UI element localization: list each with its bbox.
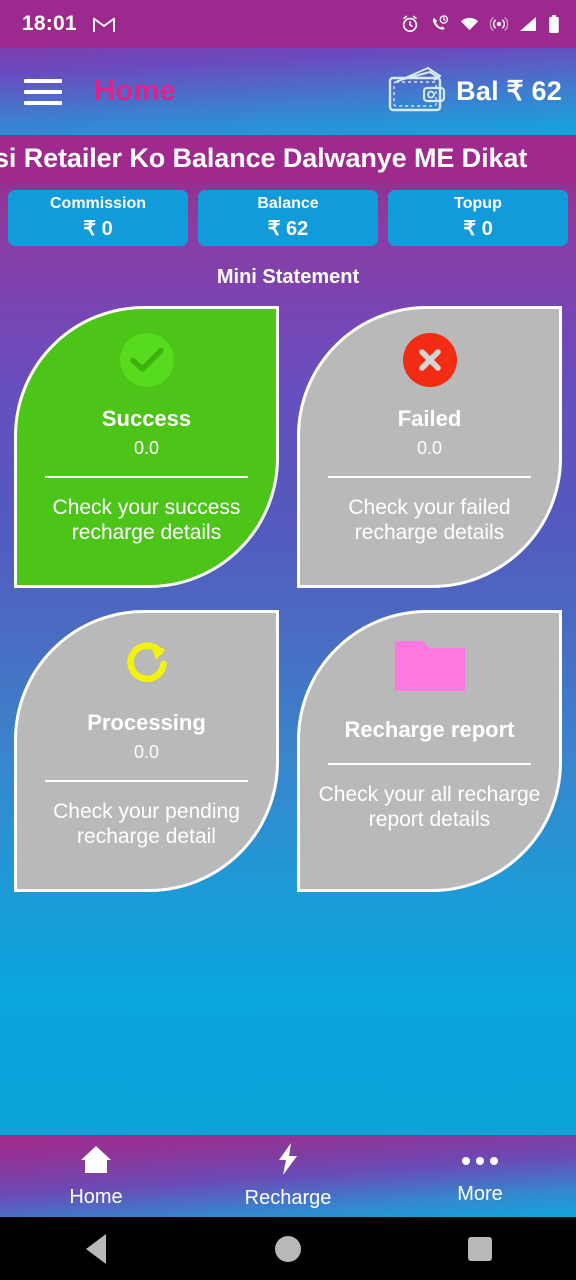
- mini-statement-grid: Success 0.0 Check your success recharge …: [0, 289, 576, 892]
- error-circle-icon: [402, 329, 457, 391]
- alarm-icon: [401, 15, 419, 33]
- nav-item-home[interactable]: Home: [0, 1135, 192, 1217]
- stats-row: Commission ₹ 0 Balance ₹ 62 Topup ₹ 0: [0, 182, 576, 246]
- card-title: Success: [101, 406, 192, 431]
- back-triangle-icon[interactable]: [0, 1233, 192, 1264]
- home-circle-icon[interactable]: [192, 1235, 384, 1262]
- card-value: 0.0: [133, 742, 160, 762]
- card-failed[interactable]: Failed 0.0 Check your failed recharge de…: [297, 306, 562, 588]
- card-description: Check your all recharge report details: [318, 783, 541, 831]
- battery-icon: [548, 14, 560, 34]
- stat-card-topup[interactable]: Topup ₹ 0: [388, 190, 568, 246]
- page-title: Home: [94, 75, 176, 107]
- status-bar-icons: [401, 14, 560, 34]
- app-header: Home Bal ₹ 62: [0, 48, 576, 135]
- more-dots-icon: [462, 1146, 498, 1176]
- call-clock-icon: [430, 15, 449, 33]
- marquee-text: si Retailer Ko Balance Dalwanye ME Dikat: [0, 143, 528, 173]
- hotspot-icon: [490, 15, 508, 33]
- home-icon: [80, 1144, 112, 1179]
- stat-label: Commission: [49, 195, 146, 212]
- stat-card-balance[interactable]: Balance ₹ 62: [198, 190, 378, 246]
- stat-value: ₹ 62: [267, 218, 309, 240]
- section-title-mini-statement: Mini Statement: [216, 266, 360, 288]
- divider: [328, 476, 531, 478]
- refresh-icon: [120, 633, 174, 695]
- card-processing[interactable]: Processing 0.0 Check your pending rechar…: [14, 610, 279, 892]
- status-bar-clock: 18:01: [22, 12, 77, 35]
- signal-icon: [519, 16, 537, 32]
- phone-screen: 18:01 Home Bal ₹ 62 si Retailer Ko Balan…: [0, 0, 576, 1280]
- stat-label: Balance: [257, 195, 319, 212]
- card-description: Check your success recharge details: [52, 496, 241, 544]
- card-title: Recharge report: [344, 717, 515, 742]
- card-recharge-report[interactable]: Recharge report Check your all recharge …: [297, 610, 562, 892]
- wifi-icon: [460, 16, 479, 32]
- card-title: Processing: [87, 710, 206, 735]
- folder-icon: [394, 633, 465, 695]
- nav-label: Recharge: [244, 1186, 332, 1209]
- card-value: 0.0: [416, 438, 443, 458]
- nav-label: More: [457, 1183, 503, 1205]
- marquee-banner: si Retailer Ko Balance Dalwanye ME Dikat: [0, 135, 576, 182]
- bottom-navigation: Home Recharge More: [0, 1135, 576, 1217]
- card-value: 0.0: [133, 438, 160, 458]
- divider: [45, 780, 248, 782]
- nav-item-recharge[interactable]: Recharge: [192, 1135, 384, 1217]
- card-title: Failed: [397, 406, 462, 431]
- card-success[interactable]: Success 0.0 Check your success recharge …: [14, 306, 279, 588]
- hamburger-menu-icon[interactable]: [24, 78, 62, 105]
- main-content: si Retailer Ko Balance Dalwanye ME Dikat…: [0, 135, 576, 1135]
- balance-label: Bal ₹ 62: [456, 76, 562, 106]
- stat-label: Topup: [454, 195, 502, 212]
- check-circle-icon: [119, 329, 174, 391]
- divider: [328, 763, 531, 765]
- divider: [45, 476, 248, 478]
- status-bar: 18:01: [0, 0, 576, 48]
- nav-label: Home: [69, 1185, 123, 1208]
- card-description: Check your pending recharge detail: [53, 800, 240, 848]
- balance-area[interactable]: Bal ₹ 62: [384, 64, 562, 119]
- nav-item-more[interactable]: More: [384, 1135, 576, 1217]
- recents-square-icon[interactable]: [384, 1236, 576, 1261]
- stat-value: ₹ 0: [83, 218, 113, 240]
- wallet-icon: [384, 64, 446, 119]
- stat-card-commission[interactable]: Commission ₹ 0: [8, 190, 188, 246]
- stat-value: ₹ 0: [463, 218, 493, 240]
- lightning-bolt-icon: [276, 1142, 300, 1180]
- card-description: Check your failed recharge details: [348, 496, 511, 544]
- gmail-icon: [92, 16, 115, 33]
- android-system-nav: [0, 1217, 576, 1280]
